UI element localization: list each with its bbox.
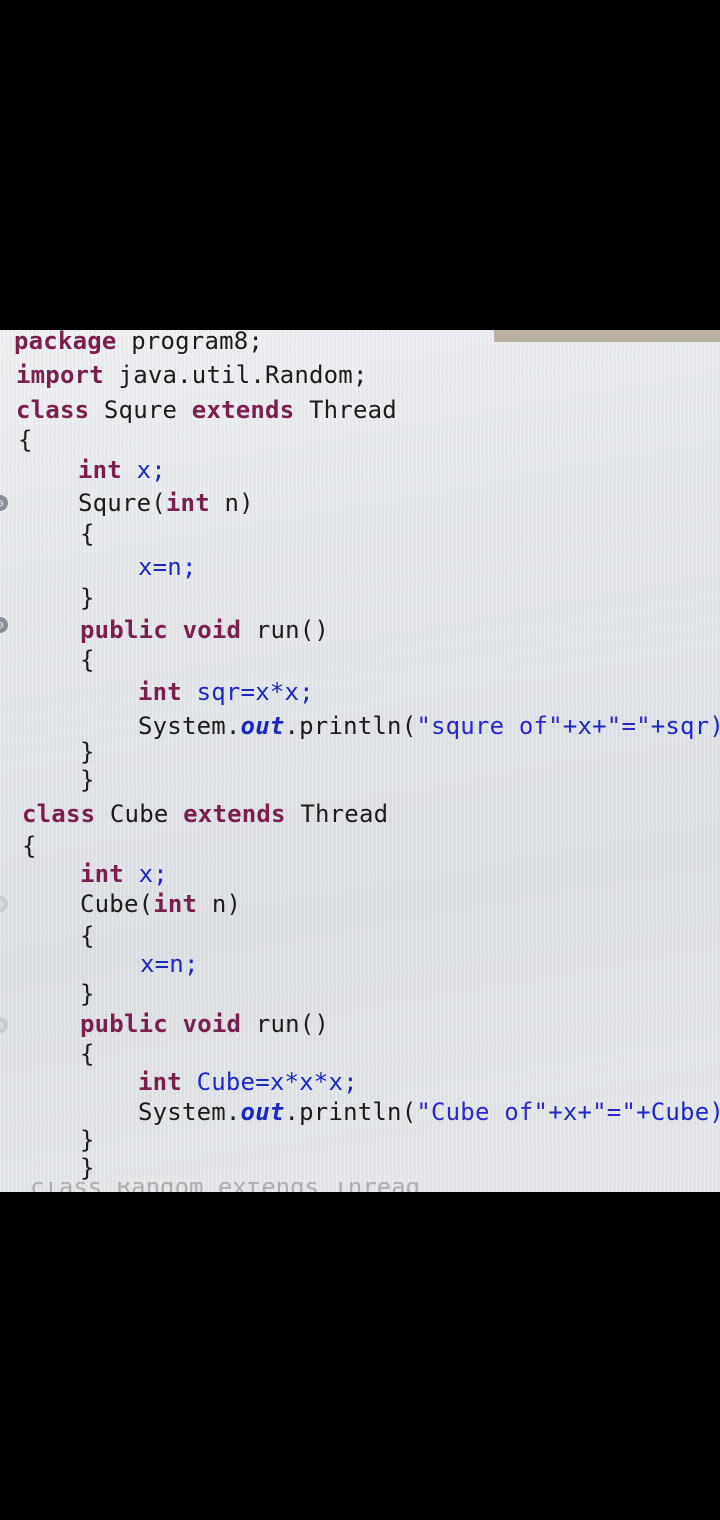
code-line-constructor: Squre(int n) <box>78 489 254 517</box>
code-line-brace: { <box>80 1040 95 1068</box>
code-line-package: package program8; <box>14 330 264 355</box>
code-line-run-method: public void run() <box>80 616 330 644</box>
code-line-local-decl: int sqr=x*x; <box>138 678 314 706</box>
code-line-brace: { <box>18 426 33 454</box>
code-line-field-decl: int x; <box>78 456 166 484</box>
code-line-brace: } <box>80 738 95 766</box>
code-line-run-method: public void run() <box>80 1010 330 1038</box>
code-line-brace: } <box>80 766 95 794</box>
code-line-local-decl: int Cube=x*x*x; <box>138 1068 358 1096</box>
code-line-class-cube: class Cube extends Thread <box>22 800 389 828</box>
code-line-brace: { <box>80 646 95 674</box>
code-line-constructor: Cube(int n) <box>80 890 242 918</box>
code-line-brace: } <box>80 1126 95 1154</box>
code-line-field-decl: int x; <box>80 860 168 888</box>
code-line-partial: class Random extends Thread <box>30 1182 430 1192</box>
title-bar-fragment <box>494 330 720 342</box>
code-line-brace: } <box>80 1154 95 1182</box>
code-line-class-squre: class Squre extends Thread <box>16 396 397 424</box>
fold-collapse-icon[interactable]: ⊖ <box>0 495 8 511</box>
code-line-println: System.out.println("Cube of"+x+"="+Cube)… <box>138 1098 720 1126</box>
code-line-assign: x=n; <box>138 553 197 581</box>
code-line-brace: { <box>80 922 95 950</box>
code-line-println: System.out.println("squre of"+x+"="+sqr)… <box>138 712 720 740</box>
code-line-import: import java.util.Random; <box>16 361 368 389</box>
code-editor[interactable]: ⊖ ⊖ ⊖ ⊖ package program8; import java.ut… <box>0 330 720 1192</box>
code-line-assign: x=n; <box>140 950 199 978</box>
code-line-brace: { <box>80 520 95 548</box>
code-line-brace: { <box>22 832 37 860</box>
code-line-brace: } <box>80 980 95 1008</box>
fold-collapse-icon[interactable]: ⊖ <box>0 896 8 912</box>
fold-collapse-icon[interactable]: ⊖ <box>0 1017 8 1033</box>
code-line-brace: } <box>80 584 95 612</box>
fold-collapse-icon[interactable]: ⊖ <box>0 617 8 633</box>
